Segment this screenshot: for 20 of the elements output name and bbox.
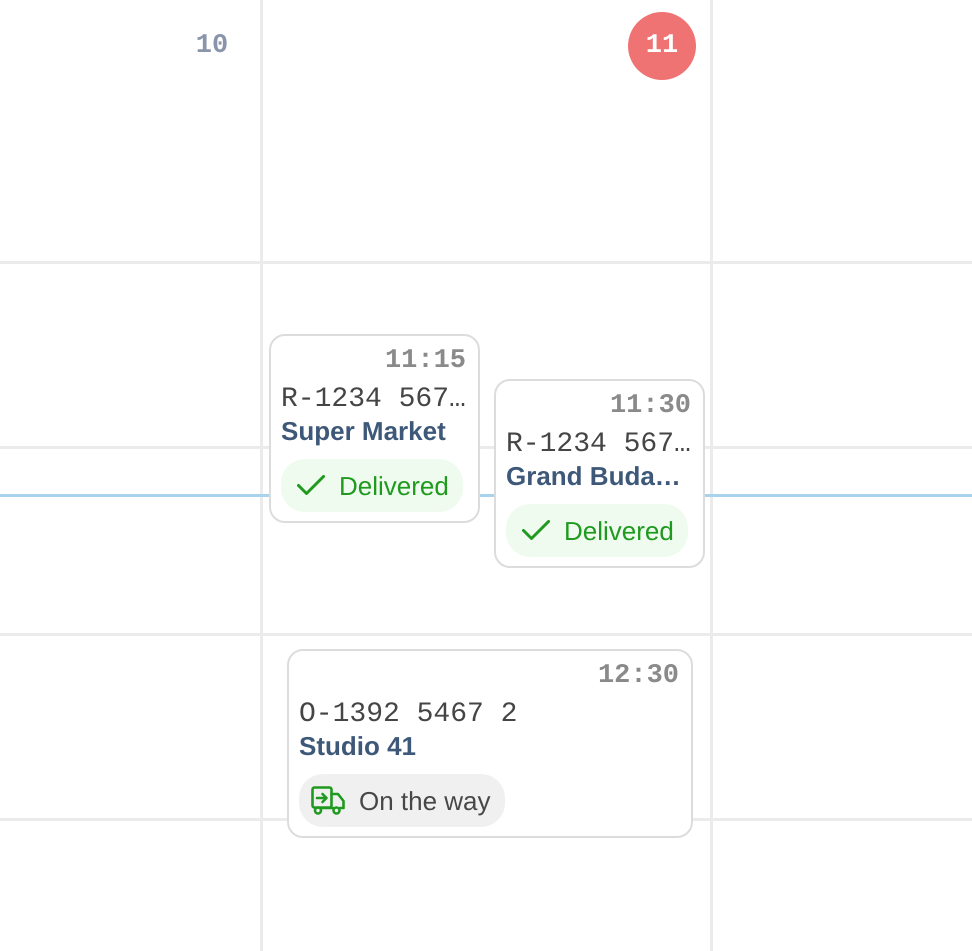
today-date-badge: 11 — [628, 12, 696, 80]
customer-name: Super Market — [281, 416, 447, 446]
order-number: O-1392 5467 2 — [299, 699, 518, 731]
event-time: 12:30 — [598, 661, 679, 691]
status-label: Delivered — [339, 472, 449, 498]
day-number: 10 — [194, 30, 230, 62]
customer-name: Studio 41 — [299, 731, 418, 761]
delivery-card[interactable]: 12:30 O-1392 5467 2 Studio 41 On the way — [287, 649, 693, 838]
status-label: On the way — [359, 788, 491, 814]
customer-name: Grand Buda… — [506, 461, 682, 491]
check-icon — [297, 475, 325, 496]
truck-icon — [311, 786, 345, 815]
status-label: Delivered — [564, 518, 674, 544]
event-time: 11:15 — [384, 346, 466, 376]
delivery-card[interactable]: 11:30 R-1234 567… Grand Buda… Delivered — [494, 379, 705, 568]
order-number: R-1234 567… — [506, 429, 691, 461]
delivery-card[interactable]: 11:15 R-1234 567… Super Market Delivered — [269, 334, 480, 523]
check-icon — [522, 520, 550, 541]
order-number: R-1234 567… — [281, 384, 466, 416]
event-time: 11:30 — [610, 391, 691, 421]
